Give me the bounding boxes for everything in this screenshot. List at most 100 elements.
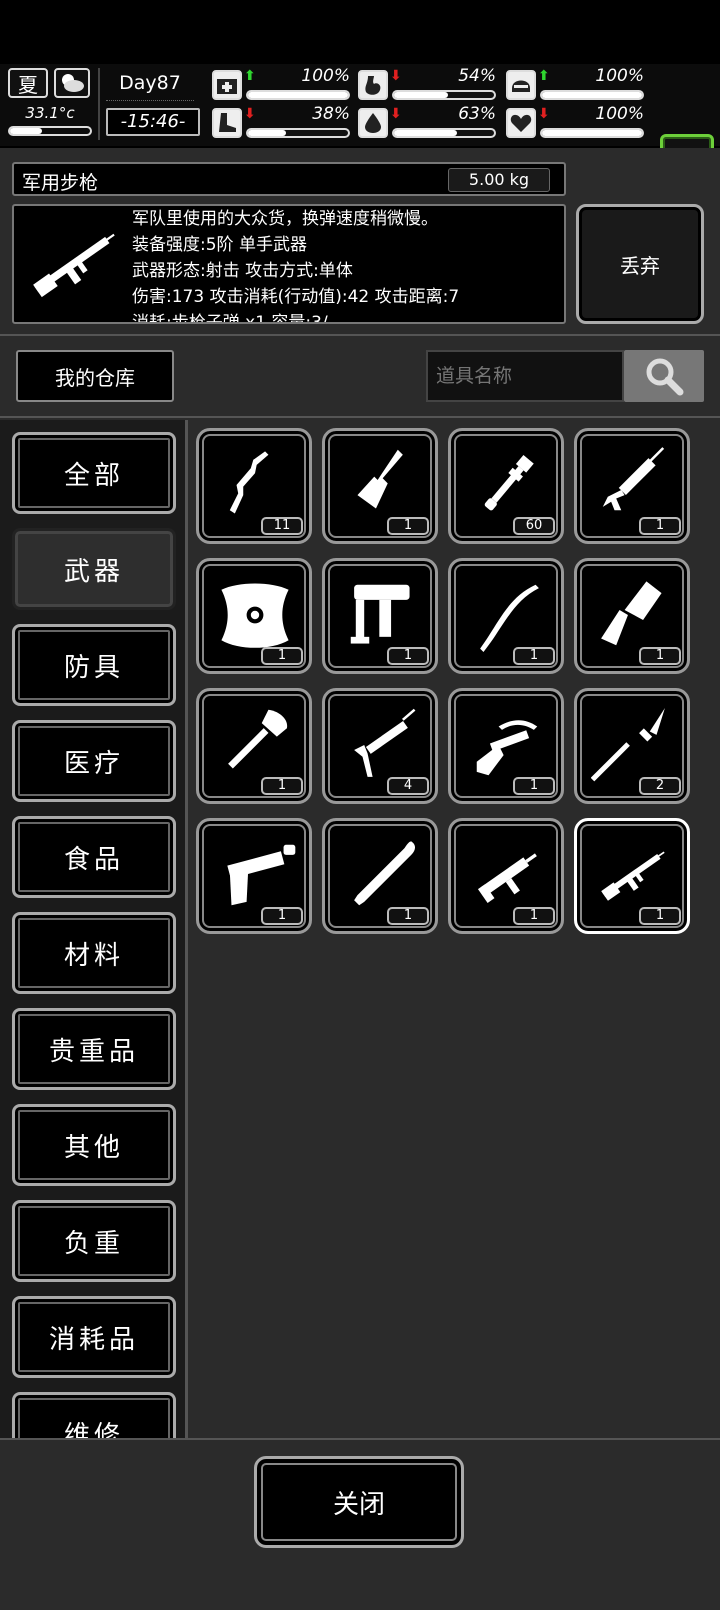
category-label: 武器 [63, 556, 124, 587]
stat-percent: 54% [458, 66, 496, 86]
boot-icon [212, 108, 242, 138]
category-tab[interactable]: 医疗 [12, 720, 176, 802]
stat-percent: 63% [458, 104, 496, 124]
item-description: 军队里使用的大众货，换弹速度稍微慢。 装备强度:5阶 单手武器 武器形态:射击 … [132, 206, 562, 324]
category-tab[interactable]: 负重 [12, 1200, 176, 1282]
section-divider [0, 334, 720, 336]
search-input[interactable] [426, 350, 624, 402]
category-label: 防具 [63, 652, 124, 683]
item-count: 1 [387, 517, 429, 535]
item-count: 1 [639, 517, 681, 535]
item-count: 60 [513, 517, 555, 535]
item-count: 1 [513, 777, 555, 795]
category-tab[interactable]: 武器 [12, 528, 176, 610]
item-count: 1 [261, 647, 303, 665]
description-line: 武器形态:射击 攻击方式:单体 [132, 261, 353, 281]
stick-icon [229, 451, 269, 514]
shield-icon [221, 583, 289, 648]
item-count: 4 [387, 777, 429, 795]
inventory-item[interactable]: 4 [322, 688, 438, 804]
inventory-item[interactable]: 11 [196, 428, 312, 544]
inventory-item[interactable]: 2 [574, 688, 690, 804]
inventory-item[interactable]: 1 [322, 818, 438, 934]
description-line: 消耗:步枪子弹 x1 容量:3/ [132, 313, 328, 324]
category-list[interactable]: 全部 武器 防具 医疗 食品 材料 贵重品 其他 负重 消耗品 维修 [0, 420, 188, 1588]
inventory-item[interactable]: 1 [574, 818, 690, 934]
category-tab[interactable]: 其他 [12, 1104, 176, 1186]
stat-percent: 100% [595, 104, 644, 124]
category-tab[interactable]: 材料 [12, 912, 176, 994]
putty-knife-icon [357, 449, 403, 509]
category-tab[interactable]: 防具 [12, 624, 176, 706]
item-count: 2 [639, 777, 681, 795]
item-count: 1 [513, 907, 555, 925]
helmet-icon [506, 70, 536, 100]
stat-bar [540, 128, 644, 138]
inventory-item[interactable]: 1 [196, 688, 312, 804]
category-label: 其他 [63, 1132, 124, 1163]
stat-bar-fill [394, 92, 448, 98]
inventory-item[interactable]: 1 [196, 818, 312, 934]
category-tab[interactable]: 全部 [12, 432, 176, 514]
stomach-icon [358, 70, 388, 100]
category-tab[interactable]: 贵重品 [12, 1008, 176, 1090]
category-tab[interactable]: 食品 [12, 816, 176, 898]
trend-arrow: ⬇ [390, 68, 402, 84]
stat-bar [392, 90, 496, 100]
season-label: 夏 [18, 72, 38, 97]
item-count: 1 [639, 907, 681, 925]
stat-percent: 100% [301, 66, 350, 86]
category-tab[interactable]: 消耗品 [12, 1296, 176, 1378]
inventory-item[interactable]: 1 [448, 558, 564, 674]
cleaver-icon [601, 581, 662, 646]
inventory-item[interactable]: 60 [448, 428, 564, 544]
item-count: 1 [261, 777, 303, 795]
inventory-item[interactable]: 1 [322, 428, 438, 544]
trend-arrow: ⬆ [538, 68, 550, 84]
stat-bar-fill [542, 130, 642, 136]
inventory-item[interactable]: 1 [574, 428, 690, 544]
item-count: 1 [387, 647, 429, 665]
item-count: 1 [513, 647, 555, 665]
item-count: 1 [261, 907, 303, 925]
health-stat: ⬆ 100% [212, 66, 352, 102]
crossbow-icon [476, 720, 538, 776]
shovel-icon [228, 709, 288, 769]
hunger-stat: ⬇ 54% [358, 66, 498, 102]
item-count: 11 [261, 517, 303, 535]
clock-label: -15:46- [106, 108, 200, 136]
item-name: 军用步枪 [22, 172, 99, 194]
inventory-item[interactable]: 1 [322, 558, 438, 674]
warehouse-tab[interactable]: 我的仓库 [16, 350, 174, 402]
mood-stat: ⬇ 100% [506, 104, 646, 140]
inventory-item[interactable]: 1 [448, 818, 564, 934]
armor-stat: ⬆ 100% [506, 66, 646, 102]
description-line: 装备强度:5阶 单手武器 [132, 235, 307, 255]
day-progress-ticks [106, 100, 194, 104]
description-line: 伤害:173 攻击消耗(行动值):42 攻击距离:7 [132, 287, 460, 307]
category-label: 贵重品 [48, 1036, 139, 1067]
baseball-bat-icon [354, 841, 416, 906]
item-title-bar: 军用步枪 5.00 kg [12, 162, 566, 196]
water-drop-icon [358, 108, 388, 138]
system-status-bar [0, 0, 720, 64]
inventory-panel: 军用步枪 5.00 kg 军队里使用的大众货，换弹速度稍微慢。 装备强度:5阶 … [0, 148, 720, 1610]
category-label: 材料 [63, 940, 124, 971]
temperature-bar-fill [10, 128, 42, 134]
item-count: 1 [639, 647, 681, 665]
medkit-icon [212, 70, 242, 100]
inventory-item[interactable]: 1 [574, 558, 690, 674]
section-divider [0, 416, 720, 418]
stat-bar-fill [542, 92, 642, 98]
stat-percent: 38% [312, 104, 350, 124]
trend-arrow: ⬇ [390, 106, 402, 122]
stat-bar [540, 90, 644, 100]
search-button[interactable] [624, 350, 704, 402]
discard-button[interactable]: 丢弃 [576, 204, 704, 324]
close-button[interactable]: 关闭 [254, 1456, 464, 1548]
inventory-item[interactable]: 1 [196, 558, 312, 674]
category-label: 消耗品 [48, 1324, 139, 1355]
inventory-item[interactable]: 1 [448, 688, 564, 804]
trend-arrow: ⬆ [244, 68, 256, 84]
discard-label: 丢弃 [620, 253, 660, 278]
